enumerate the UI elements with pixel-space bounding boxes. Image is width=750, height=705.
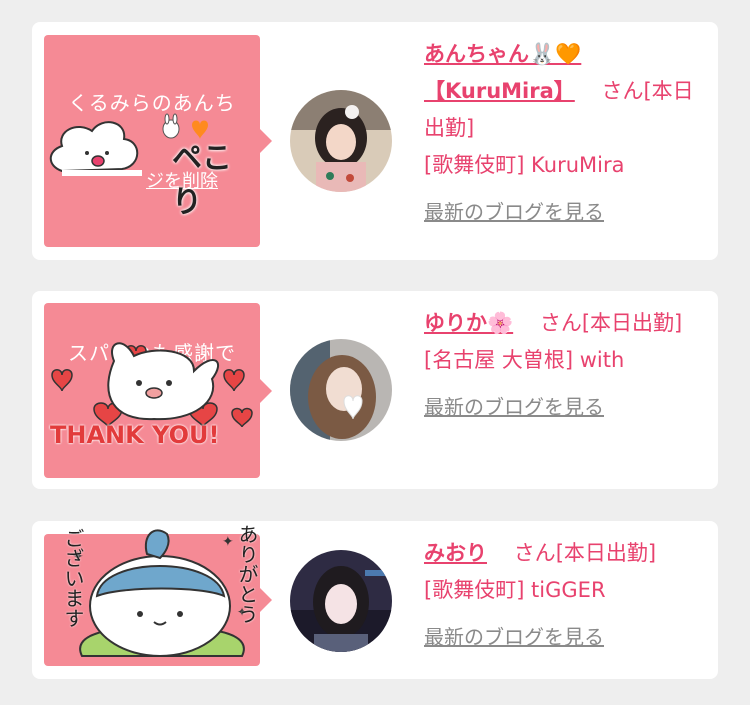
cast-info: ゆりか🌸 さん[本日出勤] [名古屋 大曽根] with 最新のブログを見る bbox=[424, 305, 704, 426]
cast-card: スパいつも感謝で THANK YOU! bbox=[32, 291, 718, 489]
work-status: [本日出勤] bbox=[555, 541, 657, 565]
cast-list: くるみらのあんち ジを削除 ペこり あんちゃん🐰🧡【KuruMira】 さん[本… bbox=[0, 0, 750, 705]
cast-name-link[interactable]: あんちゃん🐰🧡【KuruMira】 bbox=[424, 42, 581, 103]
avatar[interactable] bbox=[290, 339, 392, 441]
sticker-overlay-text: ペこり bbox=[172, 141, 232, 220]
latest-blog-link[interactable]: 最新のブログを見る bbox=[424, 619, 604, 656]
work-status: [本日出勤] bbox=[581, 311, 683, 335]
location: [歌舞伎町] tiGGER bbox=[424, 578, 606, 602]
bowing-character-icon bbox=[49, 121, 142, 176]
cast-info: あんちゃん🐰🧡【KuruMira】 さん[本日出勤] [歌舞伎町] KuruMi… bbox=[424, 36, 704, 231]
avatar[interactable] bbox=[290, 90, 392, 192]
cast-info: みおり さん[本日出勤] [歌舞伎町] tiGGER 最新のブログを見る bbox=[424, 535, 704, 656]
latest-blog-link[interactable]: 最新のブログを見る bbox=[424, 194, 604, 231]
sticker-image[interactable]: ✦ ✦ ✦ ございます ありがとう bbox=[44, 524, 272, 666]
cast-card: ✦ ✦ ✦ ございます ありがとう みおり さん[本日出勤] [歌舞伎町] ti… bbox=[32, 521, 718, 679]
location: [名古屋 大曽根] with bbox=[424, 348, 625, 372]
cast-card: くるみらのあんち ジを削除 ペこり あんちゃん🐰🧡【KuruMira】 さん[本… bbox=[32, 22, 718, 260]
honorific: さん bbox=[539, 311, 582, 335]
honorific: さん bbox=[513, 541, 556, 565]
honorific: さん bbox=[601, 79, 644, 103]
location: [歌舞伎町] KuruMira bbox=[424, 153, 625, 177]
svg-text:✦: ✦ bbox=[222, 534, 234, 550]
sticker-image[interactable]: スパいつも感謝で THANK YOU! bbox=[44, 303, 272, 478]
sticker-left-text: ございます bbox=[61, 528, 85, 628]
sticker-image[interactable]: くるみらのあんち ジを削除 ペこり bbox=[44, 35, 272, 247]
cast-name-link[interactable]: みおり bbox=[424, 541, 487, 565]
cast-name-link[interactable]: ゆりか🌸 bbox=[424, 311, 513, 335]
latest-blog-link[interactable]: 最新のブログを見る bbox=[424, 389, 604, 426]
sticker-overlay-text: THANK YOU! bbox=[50, 421, 220, 449]
avatar[interactable] bbox=[290, 550, 392, 652]
sticker-right-text: ありがとう bbox=[235, 524, 259, 624]
